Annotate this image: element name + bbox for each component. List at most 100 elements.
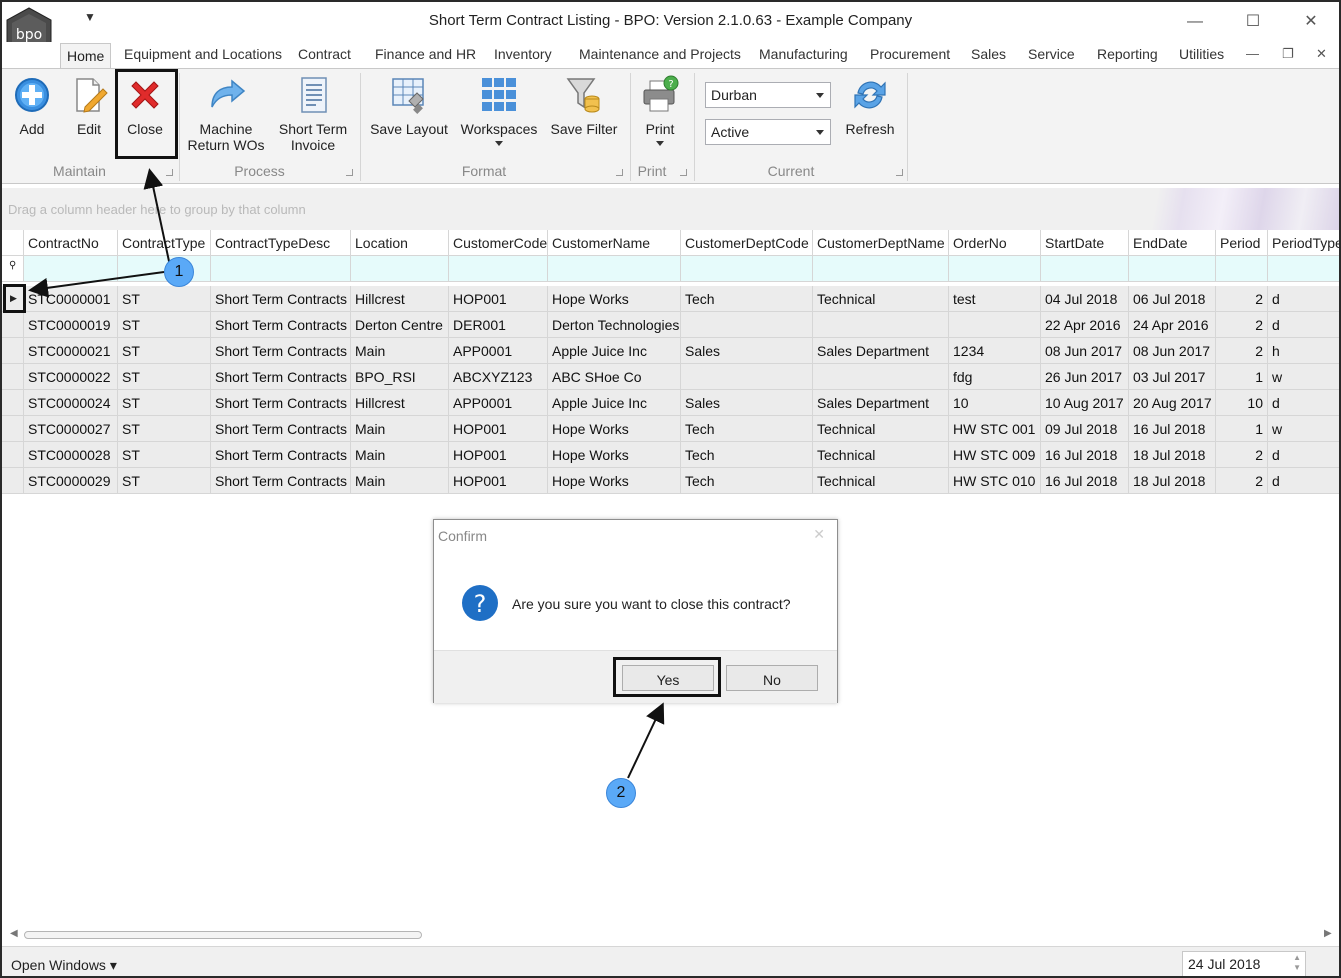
table-cell[interactable]: Hillcrest: [351, 390, 449, 416]
current-row-indicator-icon[interactable]: ▶: [2, 286, 24, 312]
table-cell[interactable]: 10: [1216, 390, 1268, 416]
table-cell[interactable]: HW STC 009: [949, 442, 1041, 468]
table-cell[interactable]: Short Term Contracts: [211, 416, 351, 442]
site-select[interactable]: Durban: [705, 82, 831, 108]
horizontal-scrollbar[interactable]: ◀ ▶: [2, 926, 1339, 944]
filter-cell[interactable]: [1268, 256, 1339, 282]
column-header[interactable]: EndDate: [1129, 230, 1216, 256]
close-window-button[interactable]: ✕: [1288, 8, 1334, 36]
table-cell[interactable]: STC0000019: [24, 312, 118, 338]
table-cell[interactable]: STC0000024: [24, 390, 118, 416]
table-cell[interactable]: ST: [118, 468, 211, 494]
table-cell[interactable]: [681, 312, 813, 338]
table-cell[interactable]: [949, 312, 1041, 338]
table-cell[interactable]: Short Term Contracts: [211, 364, 351, 390]
table-cell[interactable]: Main: [351, 338, 449, 364]
table-cell[interactable]: [681, 364, 813, 390]
group-by-panel[interactable]: Drag a column header here to group by th…: [2, 188, 1339, 230]
table-cell[interactable]: Technical: [813, 468, 949, 494]
table-cell[interactable]: d: [1268, 312, 1339, 338]
table-cell[interactable]: ST: [118, 286, 211, 312]
table-cell[interactable]: d: [1268, 390, 1339, 416]
save-layout-button[interactable]: Save Layout: [368, 75, 450, 137]
tab-utilities[interactable]: Utilities: [1179, 46, 1224, 62]
mdi-minimize-icon[interactable]: —: [1246, 46, 1259, 61]
column-header[interactable]: CustomerDeptName: [813, 230, 949, 256]
row-indicator[interactable]: [2, 416, 24, 442]
table-row[interactable]: STC0000024 ST Short Term Contracts Hillcres…: [2, 390, 1339, 416]
scroll-left-icon[interactable]: ◀: [10, 928, 18, 939]
table-cell[interactable]: Hope Works: [548, 416, 681, 442]
table-cell[interactable]: Tech: [681, 416, 813, 442]
save-filter-button[interactable]: Save Filter: [548, 75, 620, 137]
table-cell[interactable]: BPO_RSI: [351, 364, 449, 390]
dialog-close-icon[interactable]: ✕: [813, 526, 825, 543]
table-cell[interactable]: Hope Works: [548, 286, 681, 312]
table-cell[interactable]: Apple Juice Inc: [548, 390, 681, 416]
table-cell[interactable]: Sales Department: [813, 338, 949, 364]
table-row[interactable]: STC0000022 ST Short Term Contracts BPO_RSI A…: [2, 364, 1339, 390]
column-header[interactable]: OrderNo: [949, 230, 1041, 256]
table-cell[interactable]: 16 Jul 2018: [1129, 416, 1216, 442]
table-cell[interactable]: STC0000027: [24, 416, 118, 442]
filter-cell[interactable]: [949, 256, 1041, 282]
mdi-close-icon[interactable]: ✕: [1316, 46, 1327, 62]
filter-cell[interactable]: [351, 256, 449, 282]
yes-button[interactable]: Yes: [622, 665, 714, 691]
table-cell[interactable]: [813, 364, 949, 390]
table-cell[interactable]: 10: [949, 390, 1041, 416]
table-cell[interactable]: ST: [118, 312, 211, 338]
table-cell[interactable]: d: [1268, 286, 1339, 312]
short-term-invoice-button[interactable]: Short Term Invoice: [274, 75, 352, 153]
table-cell[interactable]: HOP001: [449, 286, 548, 312]
column-header[interactable]: ContractTypeDesc: [211, 230, 351, 256]
table-cell[interactable]: 26 Jun 2017: [1041, 364, 1129, 390]
table-cell[interactable]: 1: [1216, 364, 1268, 390]
table-cell[interactable]: Derton Centre: [351, 312, 449, 338]
minimize-button[interactable]: —: [1172, 8, 1218, 36]
table-cell[interactable]: Main: [351, 468, 449, 494]
table-cell[interactable]: 04 Jul 2018: [1041, 286, 1129, 312]
row-indicator[interactable]: [2, 364, 24, 390]
table-row[interactable]: STC0000027 ST Short Term Contracts Main HOP0…: [2, 416, 1339, 442]
table-cell[interactable]: ST: [118, 442, 211, 468]
table-cell[interactable]: ST: [118, 416, 211, 442]
column-header[interactable]: ContractNo: [24, 230, 118, 256]
table-row[interactable]: STC0000021 ST Short Term Contracts Main APP0…: [2, 338, 1339, 364]
filter-cell[interactable]: [1041, 256, 1129, 282]
maintain-launcher-icon[interactable]: [166, 169, 173, 176]
filter-cell[interactable]: [1216, 256, 1268, 282]
table-cell[interactable]: fdg: [949, 364, 1041, 390]
table-cell[interactable]: 06 Jul 2018: [1129, 286, 1216, 312]
tab-home[interactable]: Home: [60, 43, 112, 69]
column-header[interactable]: Location: [351, 230, 449, 256]
column-header[interactable]: PeriodType: [1268, 230, 1339, 256]
table-cell[interactable]: test: [949, 286, 1041, 312]
table-cell[interactable]: 1: [1216, 416, 1268, 442]
table-cell[interactable]: 09 Jul 2018: [1041, 416, 1129, 442]
table-row[interactable]: STC0000029 ST Short Term Contracts Main HOP0…: [2, 468, 1339, 494]
table-cell[interactable]: STC0000028: [24, 442, 118, 468]
tab-reporting[interactable]: Reporting: [1097, 46, 1158, 62]
table-cell[interactable]: HOP001: [449, 416, 548, 442]
table-cell[interactable]: Sales Department: [813, 390, 949, 416]
table-cell[interactable]: 2: [1216, 312, 1268, 338]
table-cell[interactable]: Sales: [681, 390, 813, 416]
table-cell[interactable]: STC0000022: [24, 364, 118, 390]
table-cell[interactable]: Main: [351, 442, 449, 468]
print-launcher-icon[interactable]: [680, 169, 687, 176]
tab-procurement[interactable]: Procurement: [870, 46, 950, 62]
table-cell[interactable]: Technical: [813, 286, 949, 312]
tab-finance-and-hr[interactable]: Finance and HR: [375, 46, 476, 62]
table-cell[interactable]: 1234: [949, 338, 1041, 364]
table-cell[interactable]: Short Term Contracts: [211, 286, 351, 312]
mdi-restore-icon[interactable]: ❐: [1282, 46, 1294, 62]
row-indicator[interactable]: [2, 312, 24, 338]
machine-return-wos-button[interactable]: Machine Return WOs: [186, 75, 266, 153]
table-cell[interactable]: [813, 312, 949, 338]
maximize-button[interactable]: ☐: [1230, 8, 1276, 36]
open-windows-menu[interactable]: Open Windows ▾: [11, 957, 117, 974]
close-contract-button[interactable]: Close: [124, 75, 166, 137]
format-launcher-icon[interactable]: [616, 169, 623, 176]
row-indicator[interactable]: [2, 338, 24, 364]
